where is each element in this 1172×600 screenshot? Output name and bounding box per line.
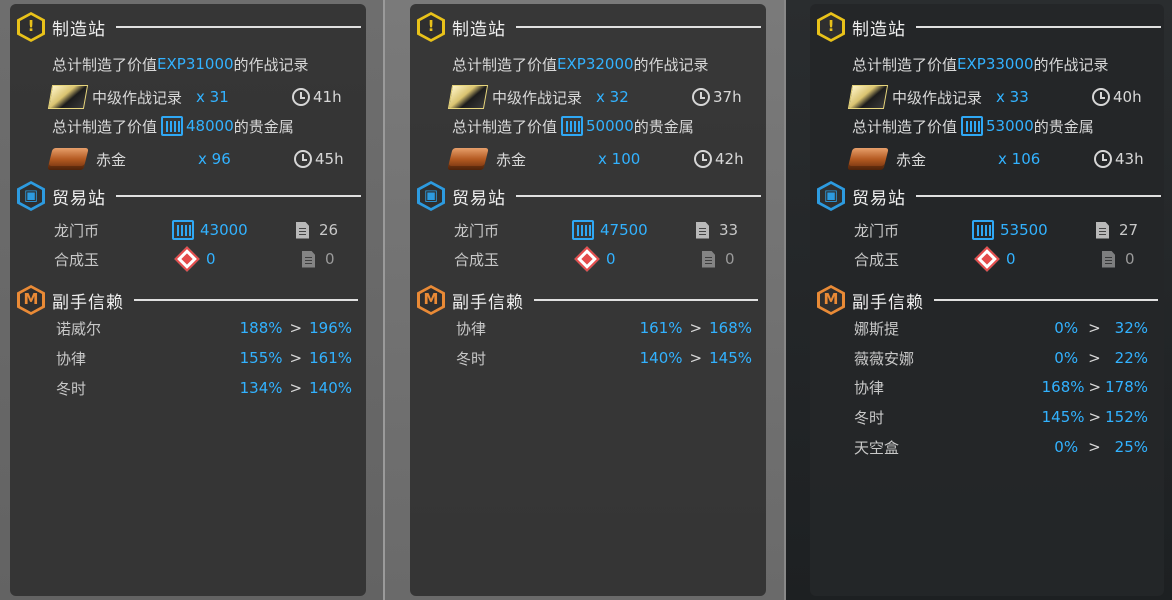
section-title: 贸易站 (452, 188, 506, 209)
order-icon (1102, 250, 1115, 268)
manufacture-header: ! 制造站 (16, 12, 361, 42)
order-icon (296, 221, 309, 239)
trust-row: 薇薇安娜 0% >22% (854, 349, 1148, 368)
section-title: 制造站 (52, 19, 106, 40)
manufacture-icon: ! (16, 12, 46, 42)
exp-summary: 总计制造了价值 EXP33000 的作战记录 (852, 55, 1109, 74)
clock-icon (1094, 150, 1112, 168)
battle-record-icon (47, 85, 89, 109)
gold-row: 赤金 x 100 42h (447, 148, 744, 170)
gold-summary: 总计制造了价值 53000 的贵金属 (852, 116, 1094, 136)
clock-icon (1092, 88, 1110, 106)
orundum-row: 合成玉 0 0 (854, 246, 1135, 272)
section-title: 制造站 (852, 19, 906, 40)
clock-icon (694, 150, 712, 168)
gold-summary: 总计制造了价值 48000 的贵金属 (52, 116, 294, 136)
trust-row: 天空盒 0% >25% (854, 438, 1148, 457)
trust-header: M 副手信赖 (16, 285, 358, 315)
section-title: 贸易站 (852, 188, 906, 209)
section-title: 副手信赖 (452, 292, 524, 313)
record-row: 中级作战记录 x 32 37h (447, 85, 742, 109)
trust-row: 协律 155% >161% (56, 349, 352, 368)
battle-record-icon (447, 85, 489, 109)
trade-icon: ▣ (816, 181, 846, 211)
divider (784, 0, 786, 600)
exp-summary: 总计制造了价值 EXP32000 的作战记录 (452, 55, 709, 74)
lmd-icon (961, 116, 984, 136)
gold-row: 赤金 x 106 43h (847, 148, 1144, 170)
header-line (916, 195, 1161, 197)
order-icon (1096, 221, 1109, 239)
trust-row: 冬时 140% >145% (456, 349, 752, 368)
manufacture-icon: ! (816, 12, 846, 42)
order-icon (702, 250, 715, 268)
trust-header: M 副手信赖 (816, 285, 1158, 315)
header-line (116, 26, 361, 28)
lmd-row: 龙门币 43000 26 (54, 220, 339, 240)
gold-bar-icon (447, 148, 489, 170)
header-line (534, 299, 758, 301)
trust-row: 协律 168% >178% (854, 378, 1148, 397)
lmd-icon (172, 220, 194, 240)
clock-icon (692, 88, 710, 106)
record-row: 中级作战记录 x 31 41h (47, 85, 342, 109)
orundum-icon (174, 246, 200, 272)
section-title: 副手信赖 (52, 292, 124, 313)
clock-icon (294, 150, 312, 168)
trust-icon: M (816, 285, 846, 315)
section-title: 副手信赖 (852, 292, 924, 313)
trust-row: 协律 161% >168% (456, 319, 752, 338)
exp-summary: 总计制造了价值 EXP31000 的作战记录 (52, 55, 309, 74)
lmd-row: 龙门币 47500 33 (454, 220, 739, 240)
record-row: 中级作战记录 x 33 40h (847, 85, 1142, 109)
trust-header: M 副手信赖 (416, 285, 758, 315)
gold-row: 赤金 x 96 45h (47, 148, 344, 170)
order-icon (302, 250, 315, 268)
orundum-row: 合成玉 0 0 (454, 246, 735, 272)
lmd-icon (972, 220, 994, 240)
orundum-row: 合成玉 0 0 (54, 246, 335, 272)
trust-row: 娜斯提 0% >32% (854, 319, 1148, 338)
manufacture-icon: ! (416, 12, 446, 42)
battle-record-icon (847, 85, 889, 109)
gold-summary: 总计制造了价值 50000 的贵金属 (452, 116, 694, 136)
lmd-row: 龙门币 53500 27 (854, 220, 1139, 240)
manufacture-header: ! 制造站 (416, 12, 761, 42)
header-line (916, 26, 1161, 28)
trade-icon: ▣ (16, 181, 46, 211)
trust-icon: M (16, 285, 46, 315)
order-icon (696, 221, 709, 239)
section-title: 贸易站 (52, 188, 106, 209)
header-line (516, 26, 761, 28)
gold-bar-icon (47, 148, 89, 170)
report-panel-3: ! 制造站 总计制造了价值 EXP33000 的作战记录 中级作战记录 x 33 4… (810, 4, 1164, 596)
gold-bar-icon (847, 148, 889, 170)
report-panel-1: ! 制造站 总计制造了价值 EXP31000 的作战记录 中级作战记录 x 31 4… (10, 4, 366, 596)
clock-icon (292, 88, 310, 106)
trust-row: 诺威尔 188% >196% (56, 319, 352, 338)
trade-header: ▣ 贸易站 (16, 181, 361, 211)
section-title: 制造站 (452, 19, 506, 40)
lmd-icon (572, 220, 594, 240)
header-line (116, 195, 361, 197)
manufacture-header: ! 制造站 (816, 12, 1161, 42)
trade-icon: ▣ (416, 181, 446, 211)
report-panel-2: ! 制造站 总计制造了价值 EXP32000 的作战记录 中级作战记录 x 32 3… (410, 4, 766, 596)
trade-header: ▣ 贸易站 (416, 181, 761, 211)
divider (383, 0, 385, 600)
orundum-icon (974, 246, 1000, 272)
lmd-icon (161, 116, 184, 136)
header-line (516, 195, 761, 197)
trust-row: 冬时 145% >152% (854, 408, 1148, 427)
trade-header: ▣ 贸易站 (816, 181, 1161, 211)
header-line (934, 299, 1158, 301)
orundum-icon (574, 246, 600, 272)
trust-icon: M (416, 285, 446, 315)
lmd-icon (561, 116, 584, 136)
header-line (134, 299, 358, 301)
trust-row: 冬时 134% >140% (56, 379, 352, 398)
